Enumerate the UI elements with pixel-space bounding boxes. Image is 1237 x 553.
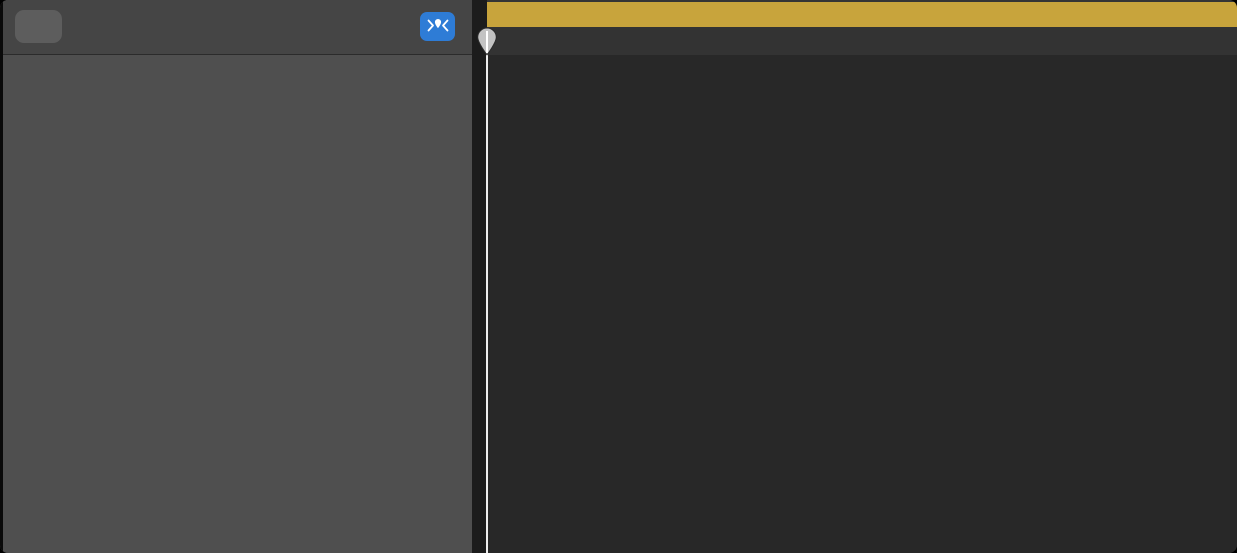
track-header-sidebar <box>0 0 472 553</box>
track-lanes <box>472 55 1237 553</box>
sidebar-header <box>3 0 475 55</box>
playhead-line <box>486 28 488 553</box>
timeline-area <box>472 0 1237 553</box>
garageband-tracks-window <box>0 0 1237 553</box>
ruler-ticks <box>472 27 1237 55</box>
catch-playhead-button[interactable] <box>420 12 455 41</box>
time-ruler[interactable] <box>472 0 1237 55</box>
timeline-left-gap <box>472 0 487 553</box>
catch-playhead-icon <box>427 18 449 36</box>
cycle-region-band[interactable] <box>487 2 1237 27</box>
playhead-handle[interactable] <box>476 27 498 61</box>
add-track-button[interactable] <box>15 10 62 43</box>
